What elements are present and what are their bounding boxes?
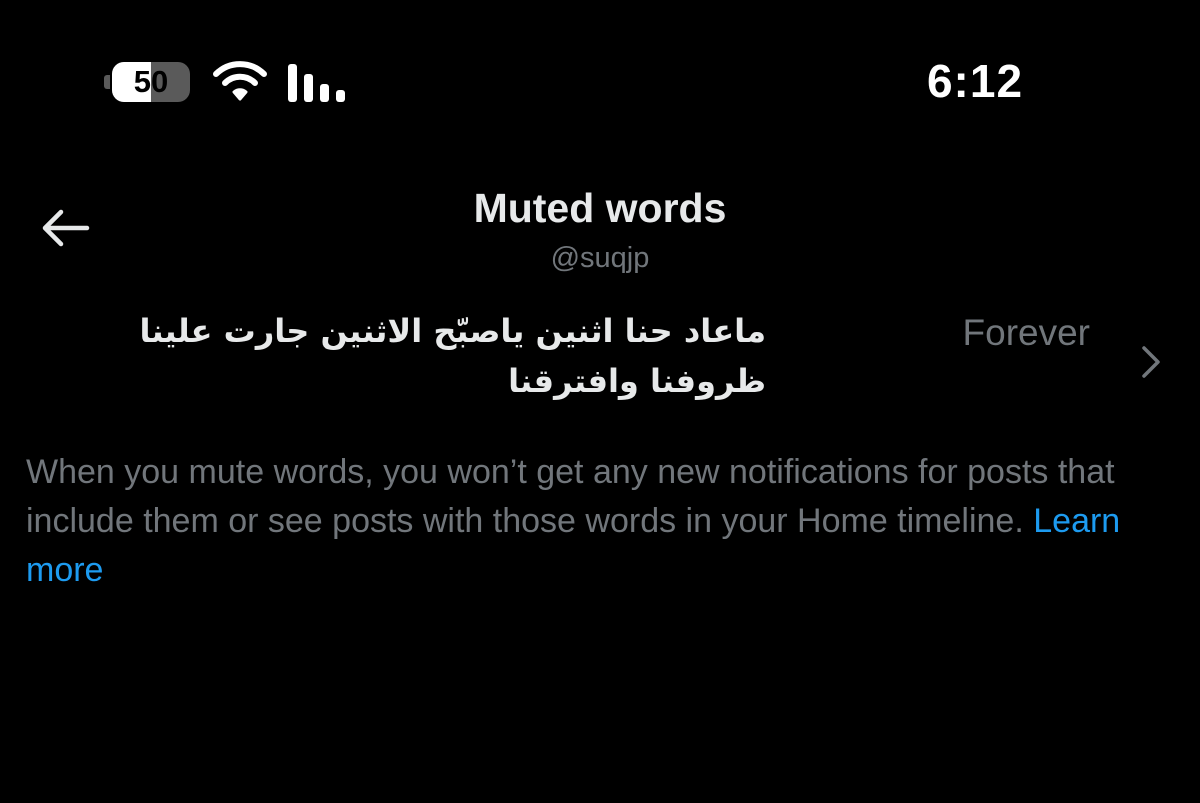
battery-nub <box>104 75 110 89</box>
muted-words-screen: 50 6:12 Muted words @suqjp ماعاد حنا اثن… <box>0 0 1200 803</box>
mute-duration: Forever <box>962 312 1090 353</box>
muted-word-item[interactable]: ماعاد حنا اثنين ياصبّح الاثنين جارت علين… <box>0 300 1200 420</box>
status-bar: 50 6:12 <box>0 50 1200 120</box>
status-time: 6:12 <box>926 55 1024 107</box>
account-handle: @suqjp <box>550 242 650 274</box>
muted-word-text: ماعاد حنا اثنين ياصبّح الاثنين جارت علين… <box>139 312 766 400</box>
back-button[interactable] <box>30 198 100 258</box>
battery-icon: 50 <box>104 62 192 104</box>
arrow-left-icon <box>42 209 90 247</box>
description-text: When you mute words, you won’t get any n… <box>26 453 1115 540</box>
battery-level: 50 <box>133 64 169 99</box>
muted-words-description: When you mute words, you won’t get any n… <box>26 448 1176 595</box>
wifi-icon <box>213 61 267 101</box>
cellular-signal-icon <box>288 64 345 102</box>
chevron-right-icon <box>1142 346 1160 378</box>
page-title: Muted words <box>473 185 727 231</box>
